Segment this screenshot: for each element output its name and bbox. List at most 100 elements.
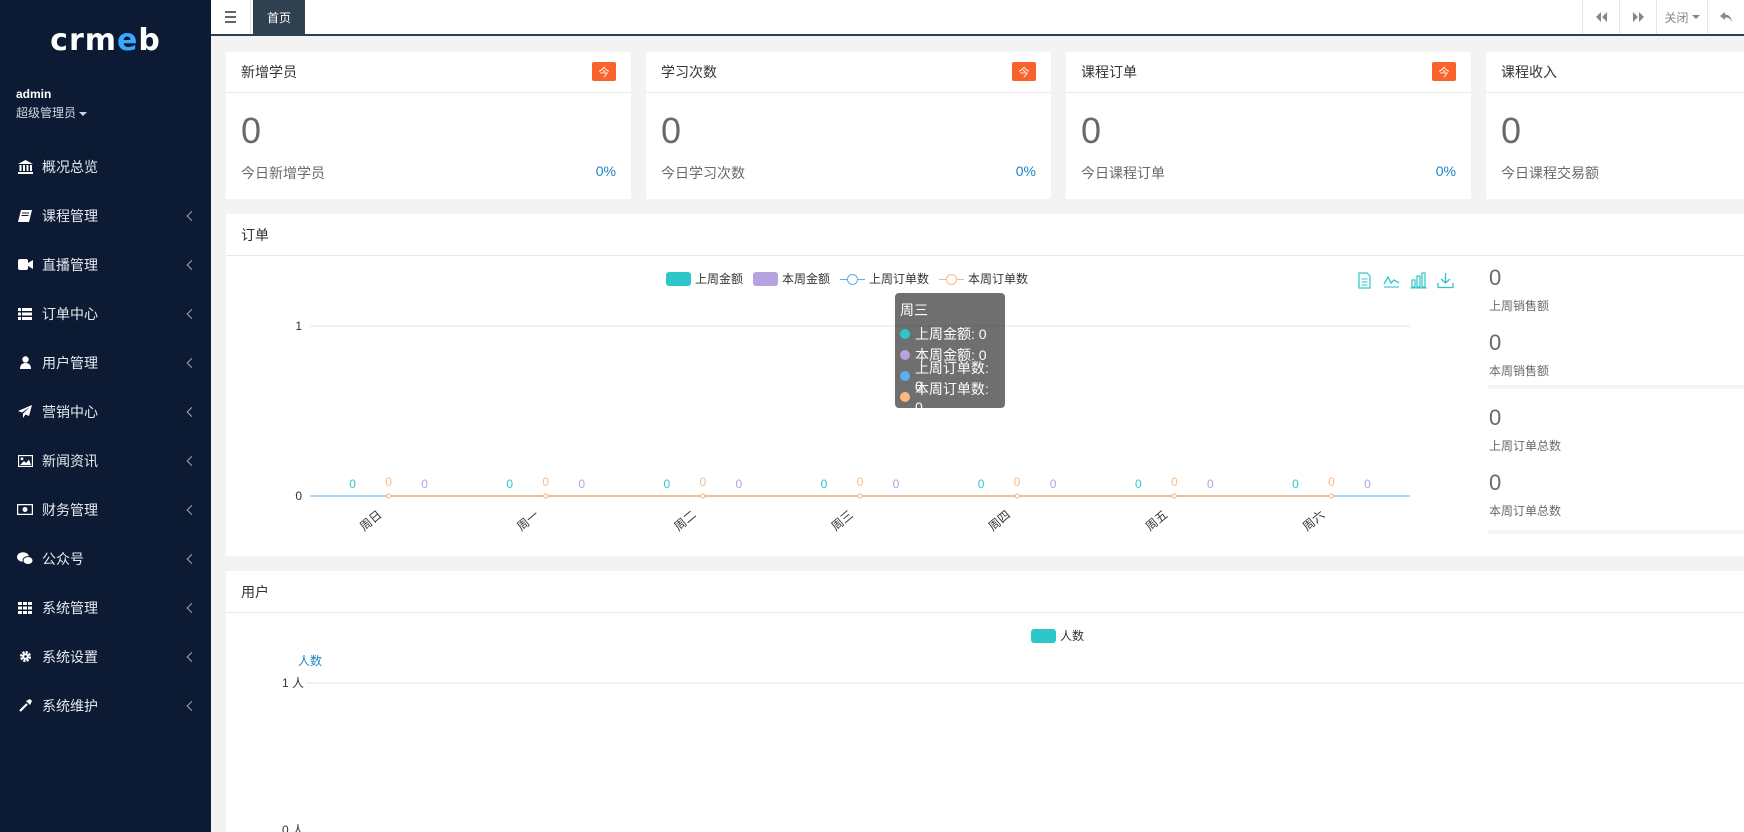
card-title: 课程收入 [1501,64,1557,80]
sidebar-item-orders[interactable]: 订单中心 [0,289,211,338]
card-percent: 0% [1435,163,1456,179]
chart-tooltip: 周三 上周金额: 0 本周金额: 0 上周订单数: 0 本周订单数: 0 [895,293,1005,415]
chevron-left-icon [186,357,197,368]
sidebar-item-label: 新闻资讯 [42,452,98,469]
users-panel: 用户 [226,571,1744,832]
close-tabs-label: 关闭 [1664,10,1689,25]
picture-icon [16,454,34,468]
panel-header: 用户 [226,571,1744,613]
sidebar: crmeb admin 超级管理员 概况总览 课程管理 直播管理 订单中心 用户… [0,0,211,832]
card-header: 新增学员 今 [226,52,631,93]
wrench-icon [16,699,34,713]
today-badge: 今 [592,62,616,81]
crmeb-logo[interactable]: crmeb [0,20,211,60]
logo-text-part: crm [50,22,117,58]
panel-header: 订单 [226,214,1744,256]
sidebar-item-label: 系统维护 [42,697,98,714]
caret-down-icon [1691,15,1700,19]
bar-chart-icon[interactable] [1410,272,1427,289]
chevron-left-icon [186,504,197,515]
logo-text-accent: e [117,22,139,58]
stat-card-course-income: 课程收入 0 今日课程交易额 [1486,52,1744,199]
legend-swatch [666,271,691,286]
card-value: 0 [241,110,262,151]
user-icon [16,356,34,370]
stat-card-course-orders: 课程订单 今 0 今日课程订单 0% [1066,52,1471,199]
chevron-left-icon [186,553,197,564]
sidebar-item-label: 系统设置 [42,648,98,665]
tooltip-dot [900,349,910,360]
line-chart-icon[interactable] [1383,272,1400,289]
card-percent: 0% [1015,163,1036,179]
card-subtitle: 今日课程交易额 [1501,165,1599,181]
legend-item[interactable]: 本周订单数 [939,270,1028,287]
sidebar-item-news[interactable]: 新闻资讯 [0,436,211,485]
scroll-tabs-right-icon[interactable] [1619,0,1656,34]
sidebar-item-label: 课程管理 [42,207,98,224]
legend-item[interactable]: 上周订单数 [840,270,929,287]
legend-item[interactable]: 上周金额 [666,270,743,287]
bank-icon [16,159,34,174]
this-week-orders-label: 本周订单总数 [1489,504,1562,518]
data-view-icon[interactable] [1356,272,1373,289]
sidebar-item-live[interactable]: 直播管理 [0,240,211,289]
sidebar-item-label: 系统管理 [42,599,98,616]
close-tabs-dropdown[interactable]: 关闭 [1656,0,1707,34]
scroll-tabs-left-icon[interactable] [1582,0,1619,34]
sidebar-item-label: 订单中心 [42,305,98,322]
card-header: 课程订单 今 [1066,52,1471,93]
legend-swatch [1031,628,1056,643]
sidebar-item-label: 公众号 [42,550,84,567]
chevron-left-icon [186,259,197,270]
user-role-dropdown[interactable]: 超级管理员 [16,104,88,121]
orders-chart-legend: 上周金额 本周金额 上周订单数 本周订单数 [666,270,1028,287]
card-value: 0 [661,110,682,151]
legend-label: 本周金额 [782,272,831,286]
divider [1488,530,1744,534]
last-week-orders-value: 0 [1489,405,1502,430]
book-icon [16,209,34,223]
paper-plane-icon [16,405,34,419]
legend-item[interactable]: 人数 [1031,627,1084,644]
users-chart-ylabel: 人数 [298,654,323,668]
reply-icon[interactable] [1707,0,1744,34]
panel-title: 订单 [241,226,269,243]
last-week-sales-label: 上周销售额 [1489,299,1550,313]
chevron-left-icon [186,651,197,662]
tooltip-dot [900,370,910,381]
chevron-left-icon [186,602,197,613]
money-icon [16,503,34,517]
divider [1488,385,1744,389]
sidebar-item-label: 直播管理 [42,256,98,273]
legend-label: 上周金额 [695,272,744,286]
logo-text-part: b [138,22,161,58]
card-subtitle: 今日课程订单 [1081,165,1165,181]
stat-card-new-students: 新增学员 今 0 今日新增学员 0% [226,52,631,199]
logo-text: crmeb [50,23,161,58]
sidebar-item-course[interactable]: 课程管理 [0,191,211,240]
card-value: 0 [1081,110,1102,151]
sidebar-item-overview[interactable]: 概况总览 [0,142,211,191]
sidebar-item-wechat[interactable]: 公众号 [0,534,211,583]
grid-icon [16,601,34,615]
sidebar-item-marketing[interactable]: 营销中心 [0,387,211,436]
gear-icon [16,650,34,664]
sidebar-item-label: 营销中心 [42,403,98,420]
chevron-left-icon [186,210,197,221]
sidebar-item-maintenance[interactable]: 系统维护 [0,681,211,730]
sidebar-item-users[interactable]: 用户管理 [0,338,211,387]
list-icon [16,307,34,321]
tab-home[interactable]: 首页 [253,0,305,34]
card-title: 新增学员 [241,64,297,80]
legend-label: 本周订单数 [968,272,1029,286]
sidebar-item-finance[interactable]: 财务管理 [0,485,211,534]
sidebar-item-settings[interactable]: 系统设置 [0,632,211,681]
card-title: 课程订单 [1081,64,1137,80]
menu-toggle-icon[interactable] [211,0,251,34]
chart-toolbox [1356,272,1454,289]
tooltip-row: 本周订单数: 0 [900,381,1000,415]
legend-item[interactable]: 本周金额 [753,270,830,287]
sidebar-item-system-admin[interactable]: 系统管理 [0,583,211,632]
sidebar-item-label: 财务管理 [42,501,98,518]
download-icon[interactable] [1437,272,1454,289]
